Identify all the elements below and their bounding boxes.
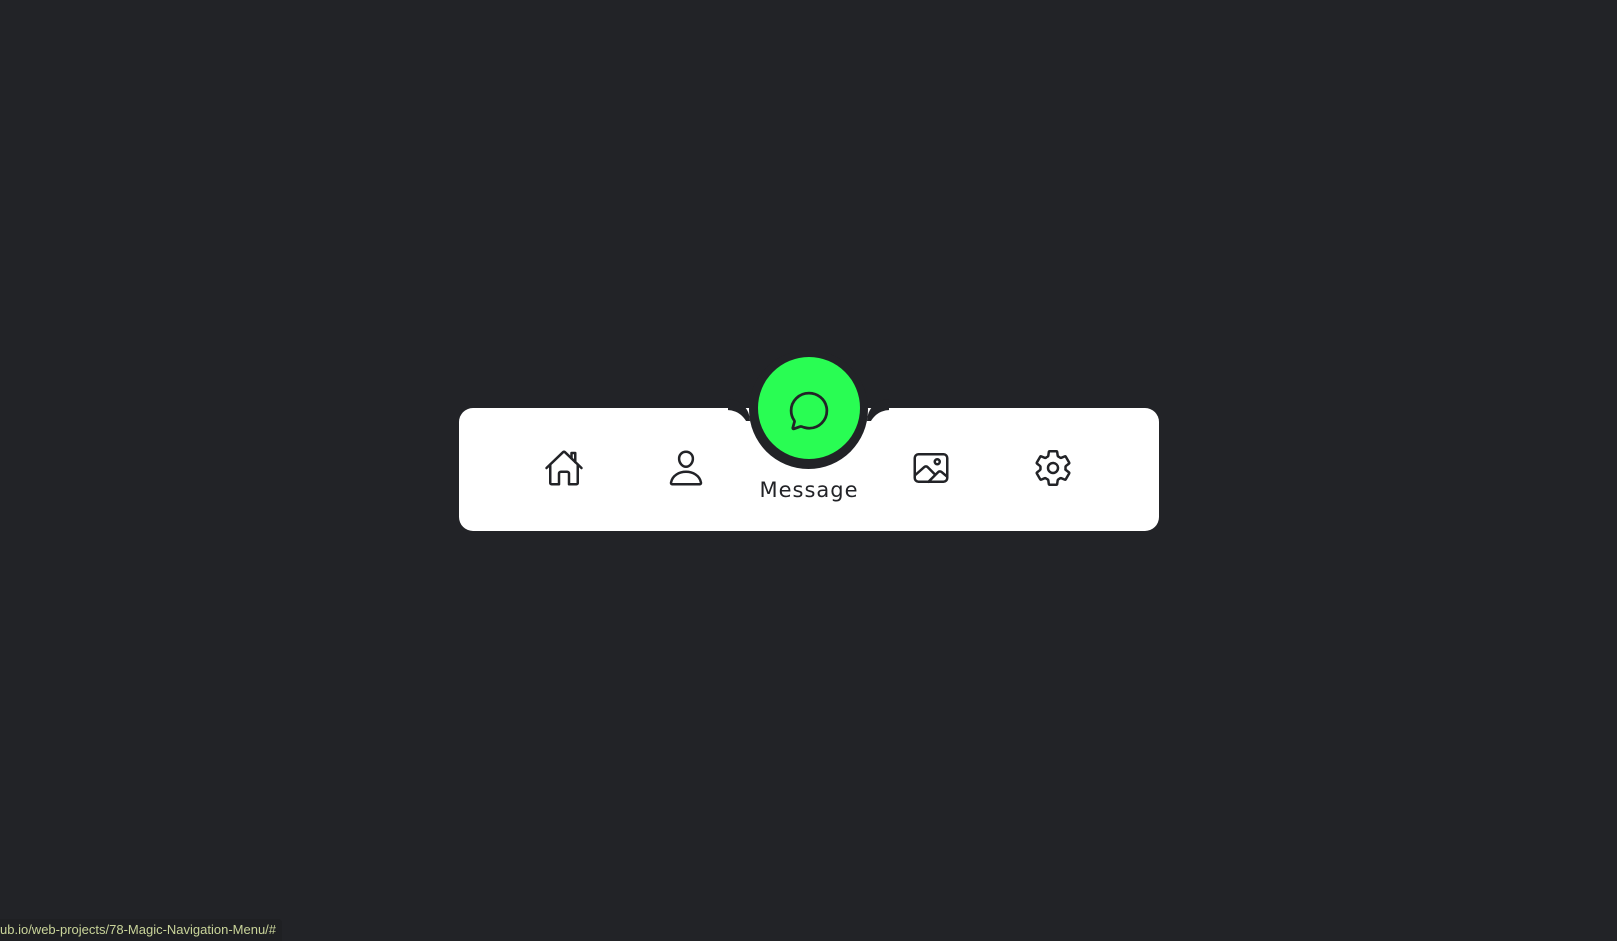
home-icon (545, 450, 583, 486)
person-icon (669, 450, 703, 486)
nav-item-home[interactable] (524, 438, 604, 498)
active-nav-label: Message (759, 478, 859, 502)
nav-item-profile[interactable] (646, 438, 726, 498)
gear-icon (1035, 450, 1071, 486)
nav-item-settings[interactable] (1013, 438, 1093, 498)
image-icon (913, 453, 949, 483)
status-bar-url: ub.io/web-projects/78-Magic-Navigation-M… (0, 919, 283, 941)
chat-icon (789, 391, 829, 431)
nav-item-photos[interactable] (891, 438, 971, 498)
page-background: Message ub.io/web-projects/78-Magic-Navi… (0, 0, 1617, 941)
